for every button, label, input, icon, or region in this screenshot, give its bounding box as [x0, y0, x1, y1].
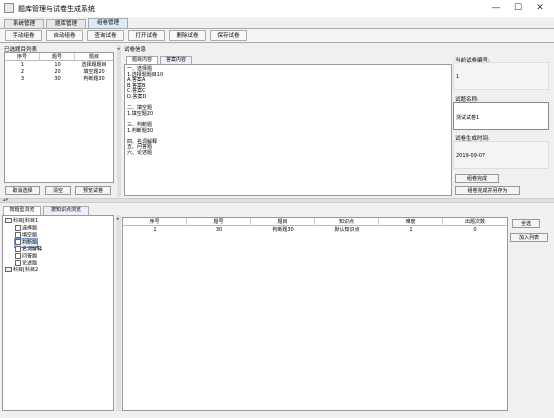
table-row[interactable]: 3 30 判断题30 [5, 76, 113, 83]
collapse-up-icon[interactable]: ▴▾ [3, 197, 8, 203]
table-header: 序号 题号 题目 [5, 53, 113, 61]
paper-info-title: 试卷信息 [124, 47, 147, 53]
cell: 0 [473, 227, 477, 233]
tab-question-content[interactable]: 题目内容 [126, 56, 158, 64]
folder-icon [5, 267, 12, 272]
cancel-selection-button[interactable]: 取消选择 [5, 186, 40, 195]
cell: 判断题30 [83, 76, 105, 82]
paper-time-value: 2019-09-07 [456, 153, 486, 159]
col-header: 出题次数 [464, 219, 485, 225]
cell: 判断题30 [272, 227, 294, 233]
col-header: 难度 [379, 218, 443, 226]
file-icon [15, 239, 21, 245]
delete-paper-button[interactable]: 删除试卷 [169, 30, 206, 41]
tab-browse-by-knowledge[interactable]: 按知识点浏览 [43, 206, 89, 215]
col-header: 题目 [251, 218, 315, 226]
cell: 2 [20, 69, 25, 75]
collapse-arrow-icon[interactable]: ◂ [117, 46, 120, 52]
maximize-icon[interactable]: ☐ [506, 2, 530, 14]
close-icon[interactable]: ✕ [528, 2, 552, 14]
query-paper-button[interactable]: 查询试卷 [87, 30, 124, 41]
toolbar [0, 28, 554, 43]
col-header: 序号 [5, 53, 40, 61]
col-header: 题号 [187, 218, 251, 226]
tab-browse-by-type[interactable]: 按题型浏览 [3, 206, 41, 215]
horizontal-splitter[interactable] [0, 198, 554, 203]
cell: 20 [54, 69, 61, 75]
question-type-tree: 科目[科目1 选择题 填空题 判断题 名词解释 问答题 论述题 科目[科目2 [2, 215, 114, 411]
paper-name-value: 测试试卷1 [456, 115, 480, 121]
content-line: 六、论述题 [127, 149, 153, 156]
collapse-arrow-icon[interactable]: ◂ [116, 216, 119, 222]
paper-time-field: 2019-09-07 [453, 141, 549, 169]
tree-node-subject-1[interactable]: 科目[科目1 [5, 218, 38, 225]
tree-label: 科目[科目1 [13, 218, 39, 224]
cell: 默认知识点 [334, 227, 360, 233]
cell: 填空题20 [83, 69, 105, 75]
table-row[interactable]: 1 10 选择题题目 [5, 62, 113, 69]
tree-label: 选择题 [22, 225, 38, 232]
file-icon [15, 232, 21, 238]
paper-number-field: 1 [453, 62, 549, 90]
file-icon [15, 225, 21, 231]
tree-node-subject-2[interactable]: 科目[科目2 [5, 267, 38, 274]
tree-label: 问答题 [22, 253, 38, 260]
tab-paper-management[interactable]: 组卷管理 [88, 18, 128, 28]
table-row[interactable]: 2 20 填空题20 [5, 69, 113, 76]
add-to-list-button[interactable]: 加入列表 [510, 233, 548, 242]
paper-name-input[interactable]: 测试试卷1 [453, 102, 549, 130]
col-header: 题目 [88, 54, 99, 60]
tree-label: 判断题 [22, 239, 38, 246]
tab-question-bank[interactable]: 题库管理 [46, 19, 86, 28]
cell: 1 [20, 62, 25, 68]
file-icon [15, 253, 21, 259]
app-icon [4, 3, 14, 13]
auto-compose-button[interactable]: 自动组卷 [46, 30, 83, 41]
cell: 3 [20, 76, 25, 82]
col-header: 知识点 [315, 218, 379, 226]
cell: 30 [215, 227, 223, 233]
vertical-splitter[interactable] [117, 45, 121, 197]
file-icon [15, 260, 21, 266]
question-content-text[interactable]: 一、选择题 1.选择题题目10 A.答案A B.答案B C.答案C D.答案D … [124, 64, 452, 196]
cell: 1 [153, 227, 157, 233]
selected-questions-table: 序号 题号 题目 1 10 选择题题目 2 20 填空题20 3 30 判断题3… [4, 52, 114, 183]
preview-paper-button[interactable]: 预览试卷 [75, 186, 111, 195]
content-lines: 一、选择题 1.选择题题目10 A.答案A B.答案B C.答案C D.答案D … [127, 66, 163, 157]
clear-button[interactable]: 清空 [45, 186, 71, 195]
tree-label: 科目[科目2 [13, 267, 39, 273]
file-icon [15, 246, 21, 252]
question-browse-table: 序号 题号 题目 知识点 难度 出题次数 1 30 判断题30 默认知识点 1 … [122, 217, 508, 411]
save-paper-button[interactable]: 保存试卷 [210, 30, 247, 41]
window-title: 题库管理与试卷生成系统 [18, 5, 95, 13]
table-row[interactable]: 1 30 判断题30 默认知识点 1 0 [123, 227, 507, 234]
cell: 10 [54, 62, 61, 68]
col-header: 题号 [40, 53, 75, 61]
col-header: 序号 [123, 218, 187, 226]
manual-compose-button[interactable]: 手动组卷 [5, 30, 42, 41]
tree-label: 填空题 [22, 232, 38, 239]
cell: 30 [54, 76, 61, 82]
table-header: 序号 题号 题目 知识点 难度 出题次数 [123, 218, 507, 226]
vertical-splitter-bottom[interactable] [116, 215, 121, 411]
compose-complete-save-as-button[interactable]: 组卷完成并另存为 [455, 186, 520, 195]
minimize-icon[interactable]: — [484, 2, 508, 14]
compose-complete-button[interactable]: 组卷完成 [455, 174, 499, 183]
tab-system-management[interactable]: 系统管理 [4, 19, 44, 28]
open-paper-button[interactable]: 打开试卷 [128, 30, 165, 41]
select-all-button[interactable]: 全选 [512, 219, 540, 228]
tree-label: 名词解释 [22, 246, 43, 253]
tree-label: 论述题 [22, 260, 38, 267]
cell: 1 [409, 227, 413, 233]
folder-icon [5, 218, 12, 223]
cell: 选择题题目 [81, 62, 107, 68]
paper-number-value: 1 [456, 74, 460, 80]
tab-answer-content[interactable]: 答案内容 [160, 56, 192, 64]
